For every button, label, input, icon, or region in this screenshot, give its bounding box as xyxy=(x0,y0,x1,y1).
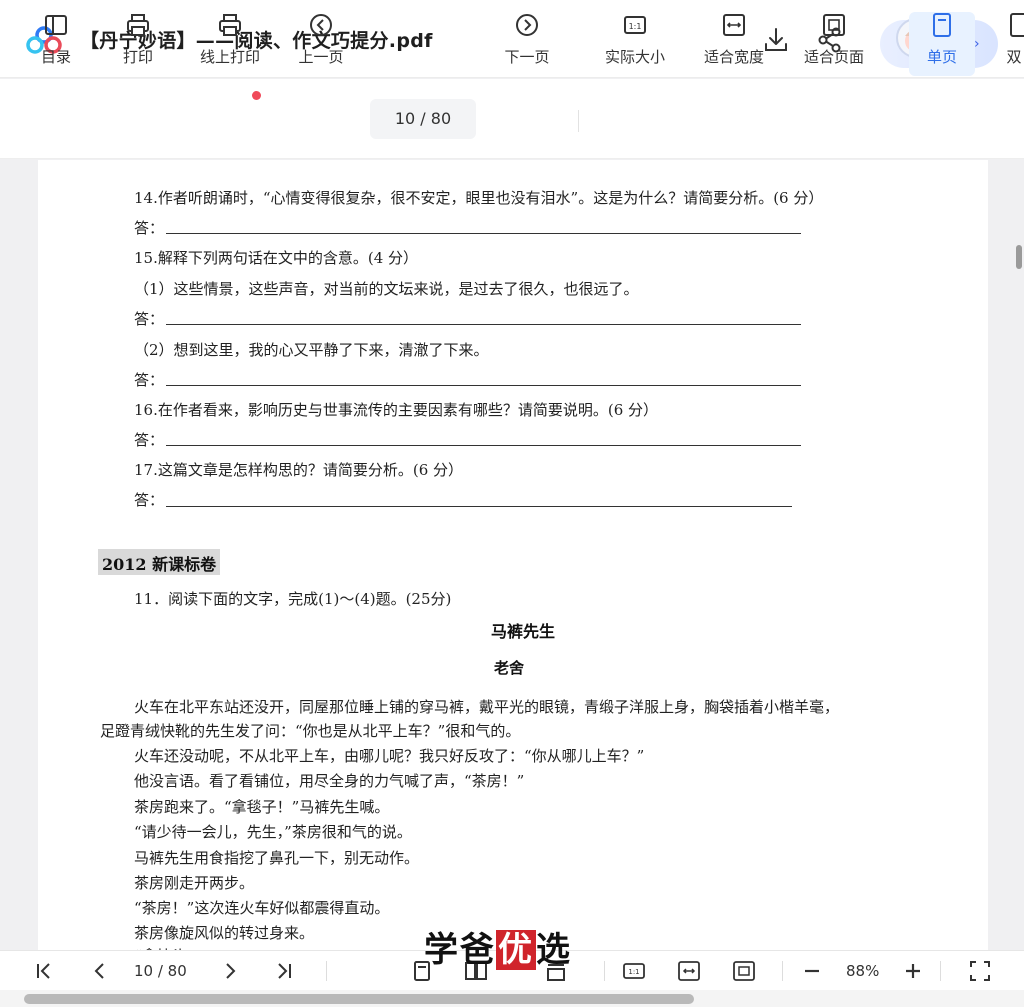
online-print-icon xyxy=(219,14,241,36)
paragraph: “茶房！”这次连火车好似都震得直动。 xyxy=(134,899,390,917)
horizontal-scrollbar[interactable] xyxy=(0,990,1024,1007)
actual-size-label: 实际大小 xyxy=(604,48,665,66)
last-page-icon[interactable] xyxy=(272,959,296,983)
single-page-button[interactable]: 单页 xyxy=(909,12,975,76)
answer-label: 答： xyxy=(134,219,165,237)
question-16: 16.在作者看来，影响历史与世事流传的主要因素有哪些？请简要说明。(6 分） xyxy=(134,401,659,419)
next-page-icon xyxy=(516,14,538,36)
toc-label: 目录 xyxy=(40,48,71,66)
vertical-scrollbar-thumb[interactable] xyxy=(1016,245,1022,269)
print-icon xyxy=(127,14,149,36)
horizontal-scrollbar-thumb[interactable] xyxy=(24,994,694,1004)
answer-label: 答： xyxy=(134,371,165,389)
section-heading: 2012 新课标卷 xyxy=(98,549,221,575)
question-11: 11．阅读下面的文字，完成(1)～(4)题。(25分) xyxy=(134,590,452,608)
next-page-label: 下一页 xyxy=(504,48,550,66)
answer-label: 答： xyxy=(134,310,165,328)
paragraph: 马裤先生用食指挖了鼻孔一下，别无动作。 xyxy=(134,849,420,867)
prev-page-button[interactable]: 上一页 xyxy=(294,12,348,76)
prev-page-label: 上一页 xyxy=(298,48,344,66)
watermark-logo: 学爸优选 xyxy=(424,930,572,970)
divider xyxy=(326,961,327,981)
zoom-level[interactable]: 88% xyxy=(846,962,879,980)
fit-page-icon[interactable] xyxy=(732,959,756,983)
page-indicator[interactable]: 10 / 80 xyxy=(134,962,187,980)
paragraph: 足蹬青绒快靴的先生发了问：“你也是从北平上车？”很和气的。 xyxy=(100,722,521,740)
fit-width-icon xyxy=(723,14,745,36)
paragraph: “请少待一会儿，先生，”茶房很和气的说。 xyxy=(134,823,412,841)
paragraph: 茶房跑来了。“拿毯子！”马裤先生喊。 xyxy=(134,798,390,816)
fit-width-icon[interactable] xyxy=(677,959,701,983)
fit-page-icon xyxy=(823,14,845,36)
zoom-out-icon[interactable] xyxy=(800,959,824,983)
online-print-label: 线上打印 xyxy=(199,48,260,66)
online-print-button[interactable]: 线上打印 xyxy=(194,12,266,76)
paragraph: 火车在北平东站还没开，同屋那位睡上铺的穿马裤，戴平光的眼镜，青缎子洋服上身，胸袋… xyxy=(134,698,840,716)
divider xyxy=(604,961,605,981)
paragraph: 茶房像旋风似的转过身来。 xyxy=(134,924,315,942)
answer-label: 答： xyxy=(134,431,165,449)
question-15-2: （2）想到这里，我的心又平静了下来，清澈了下来。 xyxy=(134,341,489,359)
double-page-icon xyxy=(1010,13,1024,37)
paragraph: 火车还没动呢，不从北平上车，由哪儿呢？我只好反攻了：“你从哪儿上车？” xyxy=(134,747,645,765)
question-17: 17.这篇文章是怎样构思的？请简要分析。(6 分） xyxy=(134,461,464,479)
actual-size-icon: 1:1 xyxy=(624,16,646,34)
notification-dot xyxy=(252,91,261,100)
actual-size-icon[interactable]: 1:1 xyxy=(622,959,646,983)
answer-line xyxy=(166,385,801,386)
chevron-left-icon[interactable] xyxy=(88,959,112,983)
toc-button[interactable]: 目录 xyxy=(34,12,78,76)
toc-icon xyxy=(45,15,67,35)
actual-size-button[interactable]: 1:1 实际大小 xyxy=(600,12,670,76)
fit-width-button[interactable]: 适合宽度 xyxy=(698,12,770,76)
print-button[interactable]: 打印 xyxy=(116,12,160,76)
question-14: 14.作者听朗诵时，“心情变得很复杂，很不安定，眼里也没有泪水”。这是为什么？请… xyxy=(134,189,824,207)
next-page-button[interactable]: 下一页 xyxy=(500,12,554,76)
paragraph: 茶房刚走开两步。 xyxy=(134,874,255,892)
answer-line xyxy=(166,233,801,234)
article-author: 老舍 xyxy=(494,659,525,677)
fit-width-label: 适合宽度 xyxy=(703,48,764,66)
svg-text:1:1: 1:1 xyxy=(629,22,642,31)
chevron-right-icon[interactable] xyxy=(218,959,242,983)
single-page-label: 单页 xyxy=(926,48,957,66)
fit-page-label: 适合页面 xyxy=(803,48,864,66)
toolbar xyxy=(0,79,1024,159)
answer-line xyxy=(166,324,801,325)
answer-label: 答： xyxy=(134,491,165,509)
page-number-input[interactable]: 10 / 80 xyxy=(370,99,476,139)
question-15-1: （1）这些情景，这些声音，对当前的文坛来说，是过去了很久，也很远了。 xyxy=(134,280,639,298)
answer-line xyxy=(166,506,792,507)
fullscreen-icon[interactable] xyxy=(968,959,992,983)
double-page-button[interactable]: 双 xyxy=(1004,12,1024,76)
first-page-icon[interactable] xyxy=(32,959,56,983)
divider xyxy=(782,961,783,981)
svg-text:1:1: 1:1 xyxy=(628,968,639,976)
divider xyxy=(940,961,941,981)
question-15: 15.解释下列两句话在文中的含意。(4 分） xyxy=(134,249,419,267)
answer-line xyxy=(166,445,801,446)
print-label: 打印 xyxy=(122,48,153,66)
paragraph: 他没言语。看了看铺位，用尽全身的力气喊了声，“茶房！” xyxy=(134,772,525,790)
single-page-icon xyxy=(933,13,951,37)
toolbar-divider xyxy=(578,110,579,132)
fit-page-button[interactable]: 适合页面 xyxy=(798,12,870,76)
double-page-label: 双 xyxy=(1006,48,1022,66)
article-title: 马裤先生 xyxy=(491,622,556,641)
zoom-in-icon[interactable] xyxy=(901,959,925,983)
prev-page-icon xyxy=(310,14,332,36)
